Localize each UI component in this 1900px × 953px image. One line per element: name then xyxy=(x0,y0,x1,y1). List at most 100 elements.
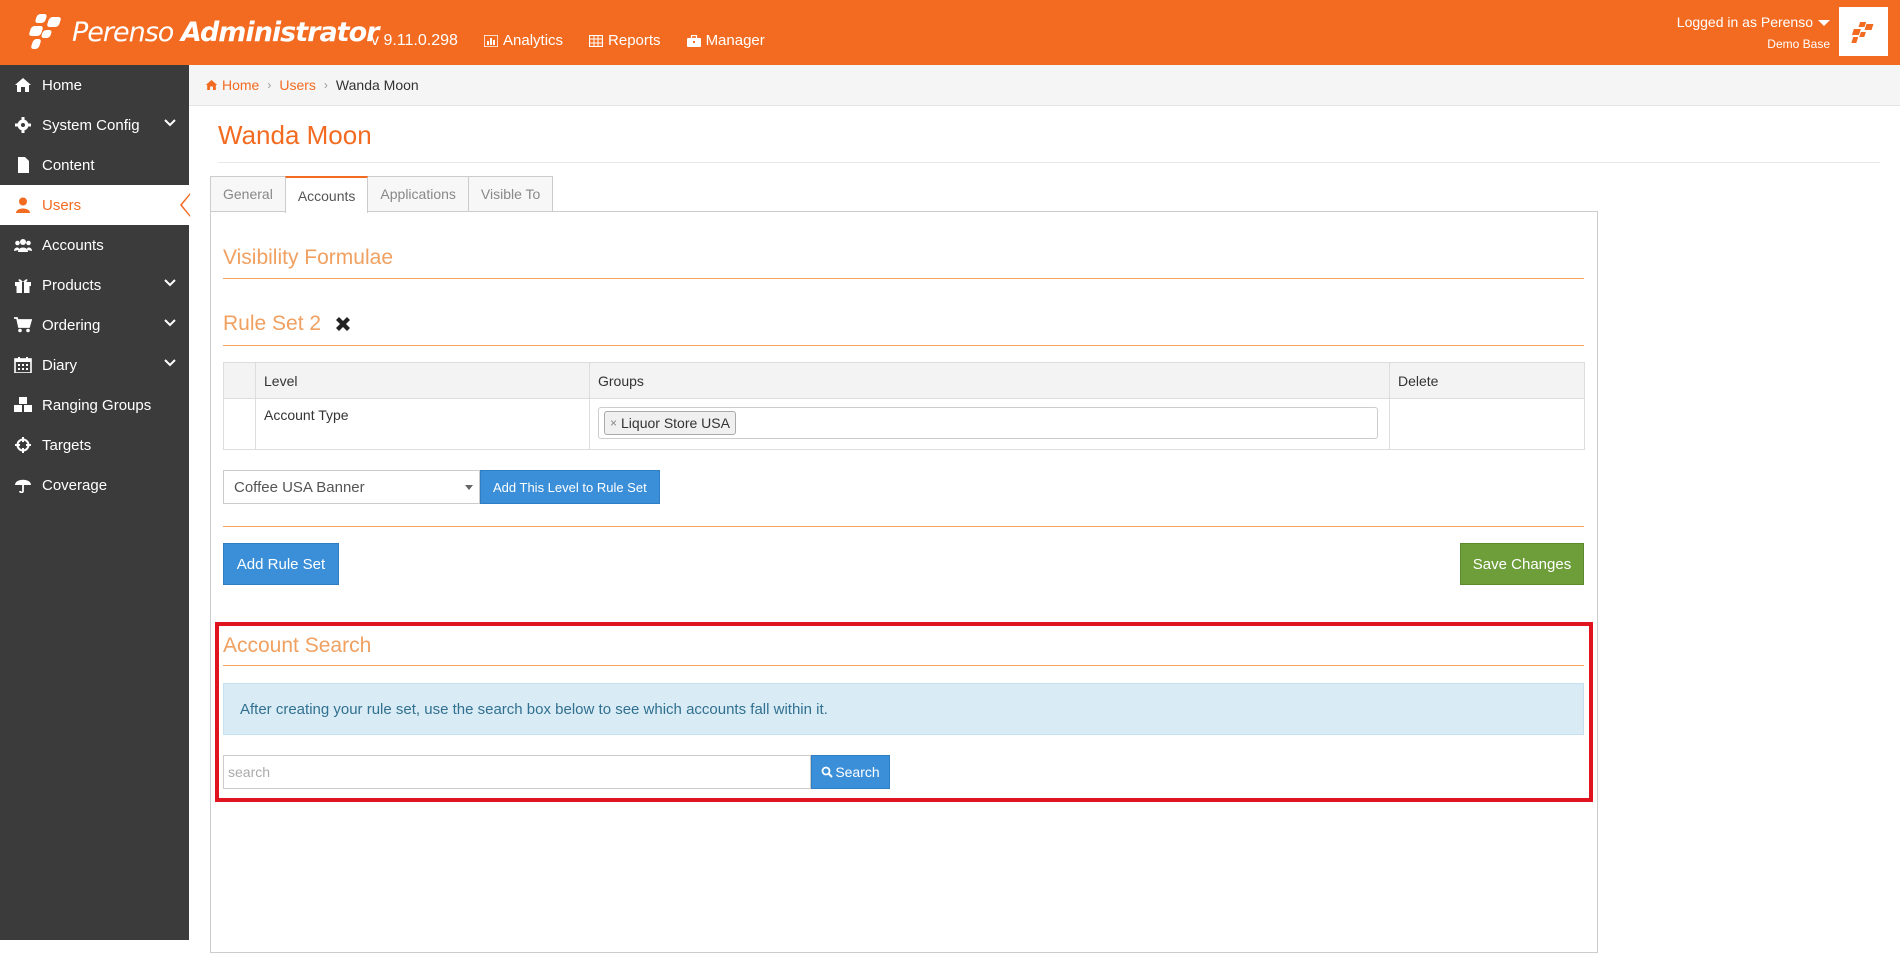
search-input[interactable] xyxy=(223,755,811,789)
level-select[interactable]: Coffee USA Banner xyxy=(223,470,480,504)
tab-visible-to[interactable]: Visible To xyxy=(467,176,554,211)
brand-logo[interactable]: Perenso Administrator xyxy=(26,14,380,50)
gift-icon xyxy=(13,276,33,294)
sidebar-item-label: Users xyxy=(42,196,82,214)
home-icon xyxy=(13,76,33,94)
sidebar-item-label: System Config xyxy=(42,116,140,134)
sidebar-item-label: Ordering xyxy=(42,316,101,334)
nav-reports[interactable]: Reports xyxy=(589,32,661,49)
row-groups: × Liquor Store USA xyxy=(590,399,1390,449)
nav-reports-label: Reports xyxy=(608,32,661,49)
user-icon xyxy=(13,196,33,214)
dropdown-arrow-icon xyxy=(465,485,473,490)
sidebar-item-label: Coverage xyxy=(42,476,108,494)
tab-applications[interactable]: Applications xyxy=(367,176,469,211)
tab-bar: General Accounts Applications Visible To xyxy=(210,176,554,213)
sidebar-item-accounts[interactable]: Accounts xyxy=(0,225,189,265)
search-button-label: Search xyxy=(835,764,880,780)
sidebar-item-label: Ranging Groups xyxy=(42,396,152,414)
chevron-down-icon xyxy=(164,279,176,287)
sidebar-item-content[interactable]: Content xyxy=(0,145,189,185)
sidebar-item-label: Products xyxy=(42,276,102,294)
info-alert: After creating your rule set, use the se… xyxy=(223,683,1584,735)
nav-manager[interactable]: Manager xyxy=(686,32,765,49)
page-title: Wanda Moon xyxy=(218,120,372,150)
tab-accounts[interactable]: Accounts xyxy=(284,176,369,213)
sidebar-item-targets[interactable]: Targets xyxy=(0,425,189,465)
section-divider xyxy=(223,665,1584,666)
chevron-down-icon xyxy=(164,119,176,127)
sidebar-item-diary[interactable]: Diary xyxy=(0,345,189,385)
sidebar-item-products[interactable]: Products xyxy=(0,265,189,305)
tab-panel xyxy=(210,211,1598,953)
breadcrumb-current: Wanda Moon xyxy=(335,77,419,93)
sidebar-item-label: Accounts xyxy=(42,236,104,254)
sidebar-item-ranging-groups[interactable]: Ranging Groups xyxy=(0,385,189,425)
search-button[interactable]: Search xyxy=(811,755,890,789)
umbrella-icon xyxy=(13,476,33,494)
table-header-groups: Groups xyxy=(590,363,1390,398)
chart-icon xyxy=(484,34,498,47)
gear-icon xyxy=(13,116,33,134)
remove-rule-set-icon[interactable] xyxy=(333,314,353,334)
user-menu[interactable]: Logged in as Perenso Demo Base xyxy=(1677,14,1830,51)
home-icon xyxy=(205,79,218,91)
add-rule-set-button[interactable]: Add Rule Set xyxy=(223,543,339,585)
sidebar: Home System Config Content Users Account… xyxy=(0,65,190,940)
groups-tag-input[interactable]: × Liquor Store USA xyxy=(598,407,1378,439)
table-header-delete: Delete xyxy=(1398,372,1439,389)
save-changes-button[interactable]: Save Changes xyxy=(1460,543,1584,585)
title-divider xyxy=(218,162,1880,163)
user-login-label: Logged in as Perenso xyxy=(1676,14,1813,30)
chevron-down-icon xyxy=(164,359,176,367)
group-tag-label: Liquor Store USA xyxy=(621,415,730,431)
crosshairs-icon xyxy=(13,436,33,454)
briefcase-icon xyxy=(686,34,701,47)
chevron-down-icon xyxy=(164,319,176,327)
top-bar: Perenso Administrator v 9.11.0.298 Analy… xyxy=(0,0,1900,65)
cubes-icon xyxy=(13,396,33,414)
sidebar-item-coverage[interactable]: Coverage xyxy=(0,465,189,505)
breadcrumb-home-label: Home xyxy=(222,77,260,93)
file-icon xyxy=(13,156,33,174)
avatar[interactable] xyxy=(1839,7,1888,56)
table-header-row: Level Groups Delete xyxy=(224,363,1584,399)
caret-down-icon xyxy=(1818,20,1830,27)
breadcrumb: Home › Users › Wanda Moon xyxy=(189,65,1900,106)
perenso-mark-icon xyxy=(1851,22,1874,43)
section-divider xyxy=(223,526,1584,527)
sidebar-item-system-config[interactable]: System Config xyxy=(0,105,189,145)
sidebar-item-users[interactable]: Users xyxy=(0,185,190,225)
sidebar-item-label: Content xyxy=(42,156,95,174)
add-level-button[interactable]: Add This Level to Rule Set xyxy=(480,470,660,504)
sidebar-item-home[interactable]: Home xyxy=(0,65,189,105)
breadcrumb-separator: › xyxy=(323,78,328,92)
cart-icon xyxy=(13,316,33,334)
breadcrumb-home[interactable]: Home xyxy=(205,77,259,93)
remove-tag-icon[interactable]: × xyxy=(610,416,617,430)
sidebar-item-label: Diary xyxy=(42,356,78,374)
brand-name: Perenso Administrator xyxy=(72,16,380,48)
breadcrumb-users[interactable]: Users xyxy=(279,77,316,93)
table-icon xyxy=(589,34,604,47)
breadcrumb-separator: › xyxy=(267,78,272,92)
sidebar-item-ordering[interactable]: Ordering xyxy=(0,305,189,345)
search-icon xyxy=(821,766,834,778)
version-label: v 9.11.0.298 xyxy=(371,32,458,49)
row-level: Account Type xyxy=(256,399,590,449)
brand-bold: Administrator xyxy=(180,16,380,48)
section-divider xyxy=(223,345,1584,346)
row-delete xyxy=(1390,399,1584,449)
table-row: Account Type × Liquor Store USA xyxy=(224,399,1584,449)
level-select-value: Coffee USA Banner xyxy=(234,478,365,496)
visibility-formulae-title: Visibility Formulae xyxy=(223,246,393,269)
top-nav: Analytics Reports Manager xyxy=(484,32,765,49)
section-divider xyxy=(223,278,1584,279)
rule-set-label: Rule Set 2 xyxy=(223,312,322,335)
tab-general[interactable]: General xyxy=(210,176,286,211)
nav-analytics-label: Analytics xyxy=(503,32,564,49)
table-header-handle xyxy=(224,363,256,398)
nav-analytics[interactable]: Analytics xyxy=(484,32,563,49)
brand-light: Perenso xyxy=(72,16,174,48)
perenso-logo-icon xyxy=(26,14,66,50)
